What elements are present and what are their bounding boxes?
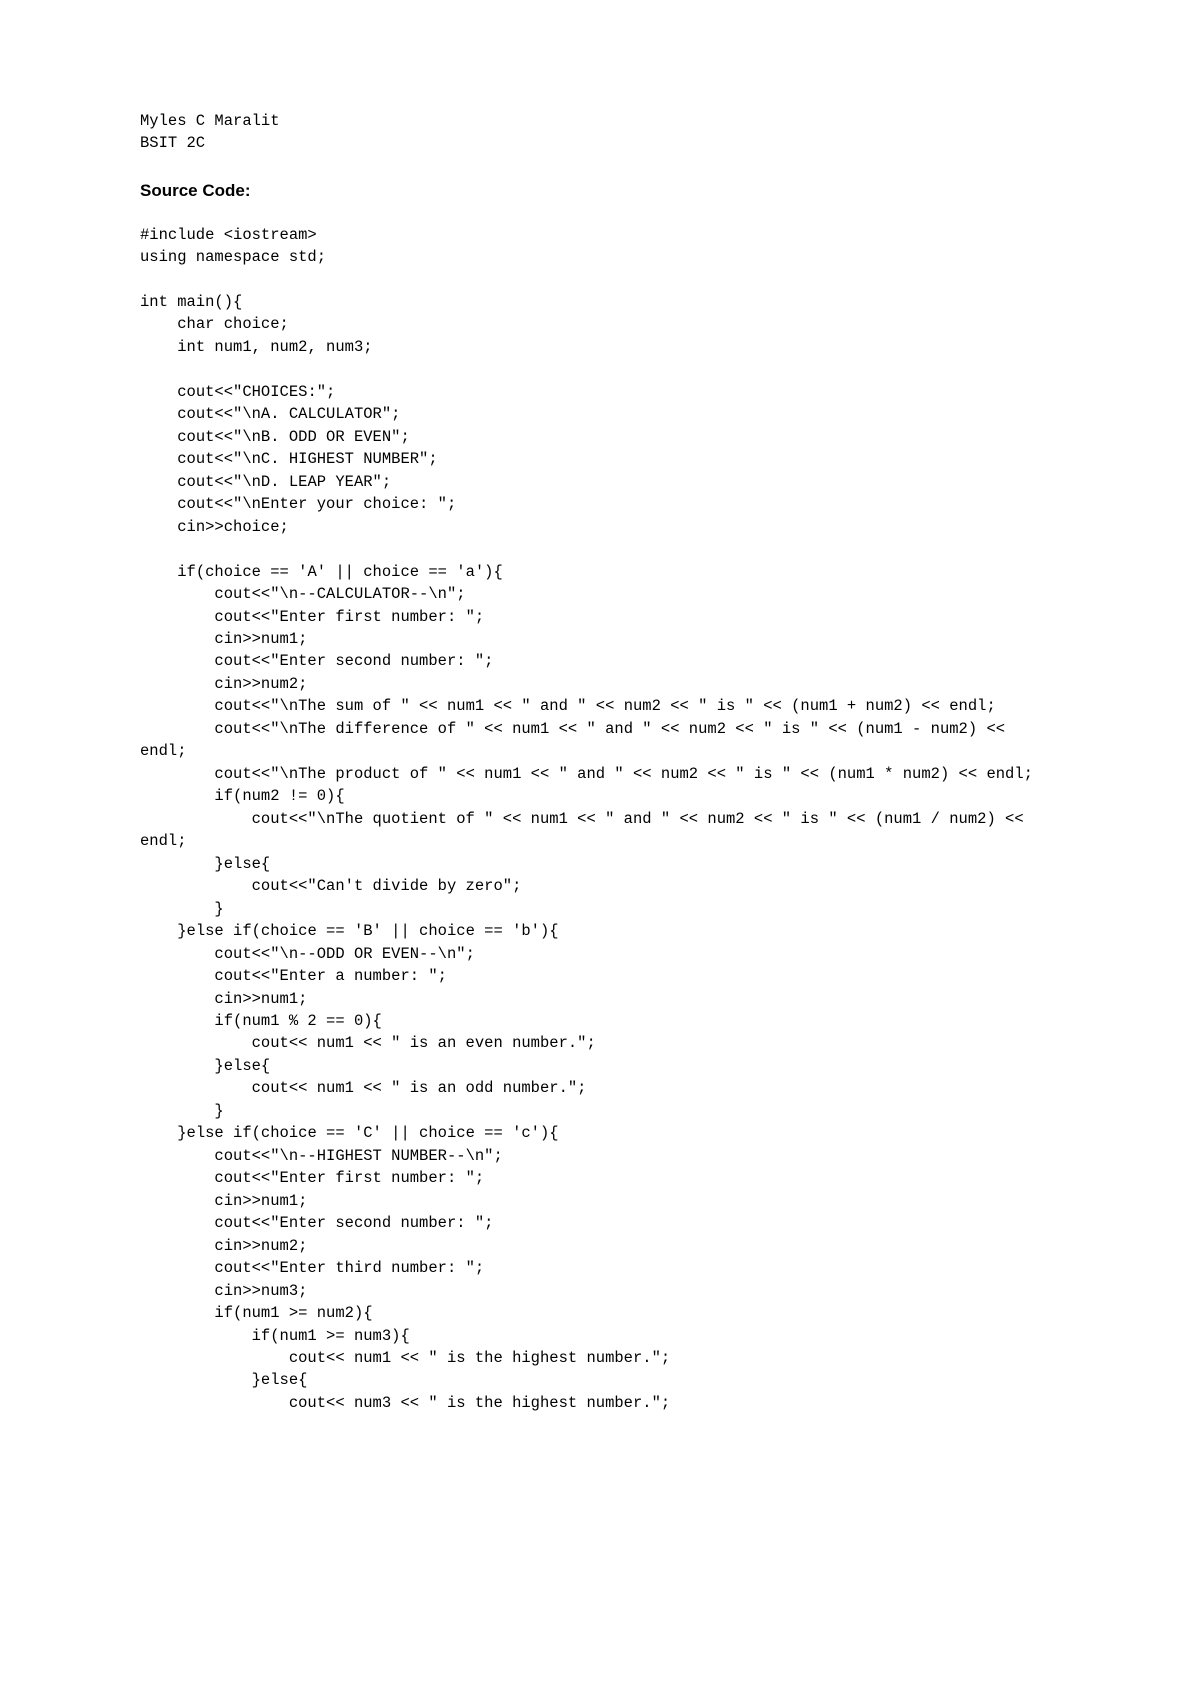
author-name: Myles C Maralit bbox=[140, 110, 1060, 132]
section-title: Source Code: bbox=[140, 179, 1060, 204]
author-section: BSIT 2C bbox=[140, 132, 1060, 154]
source-code-block: #include <iostream> using namespace std;… bbox=[140, 224, 1060, 1415]
